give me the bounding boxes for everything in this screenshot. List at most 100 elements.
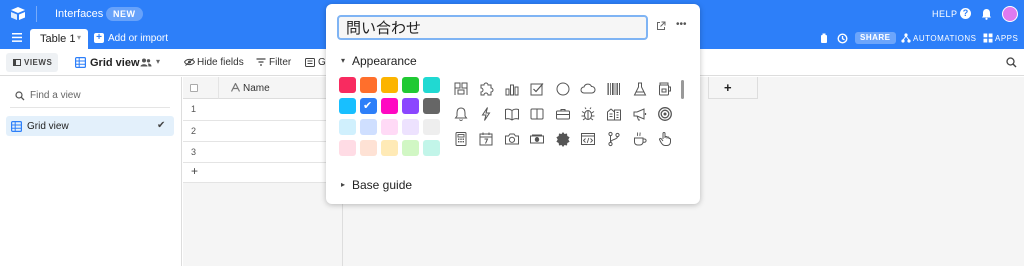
automations-icon[interactable]: [901, 33, 911, 43]
color-swatch[interactable]: [381, 119, 398, 135]
cloud-icon[interactable]: [580, 81, 596, 97]
search-icon: [15, 91, 25, 101]
plus-icon[interactable]: +: [191, 164, 198, 178]
avatar[interactable]: [1002, 6, 1018, 22]
book-icon[interactable]: [529, 106, 545, 122]
search-icon[interactable]: [1006, 57, 1017, 68]
help-icon[interactable]: ?: [960, 8, 971, 19]
tab-table-1-label[interactable]: Table 1: [40, 33, 75, 45]
megaphone-icon[interactable]: [632, 106, 648, 122]
plus-icon[interactable]: +: [724, 80, 732, 95]
kanji-icon[interactable]: [453, 81, 469, 97]
color-swatch[interactable]: [381, 140, 398, 156]
open-external-icon[interactable]: [656, 21, 666, 31]
share-button[interactable]: SHARE: [855, 32, 896, 44]
filter-button[interactable]: Filter: [269, 57, 291, 68]
color-swatch[interactable]: [339, 98, 356, 114]
group-button[interactable]: Gr: [318, 57, 326, 68]
puzzle-icon[interactable]: [478, 81, 494, 97]
field-header-label: Name: [243, 83, 270, 94]
extension-icon[interactable]: [820, 33, 828, 44]
target-icon[interactable]: [657, 106, 673, 122]
bell-icon[interactable]: [981, 8, 992, 20]
help-link[interactable]: HELP: [932, 9, 958, 19]
divider: [10, 107, 170, 108]
color-swatch[interactable]: [360, 77, 377, 93]
git-branch-icon[interactable]: [606, 131, 622, 147]
hand-pointer-icon[interactable]: [657, 131, 673, 147]
flask-icon[interactable]: [632, 81, 648, 97]
buildings-icon[interactable]: [606, 106, 622, 122]
book-open-icon[interactable]: [504, 106, 520, 122]
color-swatch[interactable]: [339, 77, 356, 93]
base-customize-popover: ••• ▾ Appearance ✔ ▸ Base g: [326, 4, 700, 204]
money-icon[interactable]: [529, 131, 545, 147]
lightning-icon[interactable]: [478, 106, 494, 122]
color-swatch[interactable]: [402, 119, 419, 135]
icon-list-scrollbar[interactable]: [681, 80, 684, 99]
hamburger-menu-icon[interactable]: [12, 33, 22, 42]
base-guide-section-toggle[interactable]: Base guide: [352, 178, 412, 192]
barcode-icon[interactable]: [606, 81, 622, 97]
add-field-button[interactable]: [708, 77, 758, 99]
add-or-import-button[interactable]: Add or import: [108, 33, 168, 44]
base-name-input[interactable]: [337, 15, 648, 40]
interfaces-link[interactable]: Interfaces: [55, 8, 103, 20]
add-row-button[interactable]: [183, 163, 343, 183]
color-swatch[interactable]: [402, 140, 419, 156]
table-row[interactable]: 1: [183, 99, 343, 121]
plus-icon[interactable]: +: [94, 33, 104, 43]
bell-icon[interactable]: [453, 106, 469, 122]
jar-icon[interactable]: [657, 81, 673, 97]
color-swatch[interactable]: [423, 98, 440, 114]
color-swatch[interactable]: [360, 119, 377, 135]
text-field-icon: [231, 83, 240, 92]
find-view-input[interactable]: Find a view: [30, 90, 81, 101]
views-sidebar: Find a view Grid view ✔: [0, 77, 182, 266]
coffee-icon[interactable]: [632, 131, 648, 147]
apps-button[interactable]: APPS: [995, 34, 1018, 43]
history-icon[interactable]: [837, 33, 848, 44]
view-menu-chevron-icon[interactable]: ▾: [156, 57, 160, 66]
chevron-down-icon[interactable]: ▾: [77, 33, 81, 42]
divider: [36, 6, 37, 22]
table-row[interactable]: 3: [183, 142, 343, 163]
select-all-checkbox[interactable]: [190, 84, 198, 92]
calendar-icon[interactable]: [478, 131, 494, 147]
chevron-down-icon[interactable]: ▾: [341, 56, 345, 65]
calculator-icon[interactable]: [453, 131, 469, 147]
airtable-logo-icon[interactable]: [10, 6, 26, 21]
color-swatch[interactable]: [381, 77, 398, 93]
circle-icon[interactable]: [555, 81, 571, 97]
row-number: 3: [191, 147, 197, 157]
color-swatch[interactable]: [339, 140, 356, 156]
checkbox-icon[interactable]: [529, 81, 545, 97]
table-row[interactable]: 2: [183, 121, 343, 142]
sidebar-item-label[interactable]: Grid view: [27, 121, 69, 132]
color-swatch[interactable]: [360, 140, 377, 156]
chevron-right-icon[interactable]: ▸: [341, 180, 345, 189]
badge-icon[interactable]: [555, 131, 571, 147]
hide-fields-button[interactable]: Hide fields: [197, 57, 244, 68]
filter-icon: [256, 58, 266, 66]
color-swatch[interactable]: ✔: [360, 98, 377, 114]
code-icon[interactable]: [580, 131, 596, 147]
automations-button[interactable]: AUTOMATIONS: [913, 34, 976, 43]
current-view-name[interactable]: Grid view: [90, 57, 140, 69]
row-number: 1: [191, 104, 197, 114]
color-swatch[interactable]: [423, 119, 440, 135]
color-swatch[interactable]: [402, 98, 419, 114]
views-toggle-label[interactable]: VIEWS: [24, 58, 52, 67]
briefcase-icon[interactable]: [555, 106, 571, 122]
color-swatch[interactable]: [423, 140, 440, 156]
color-swatch[interactable]: [402, 77, 419, 93]
color-swatch[interactable]: [423, 77, 440, 93]
more-options-icon[interactable]: •••: [676, 19, 687, 30]
camera-icon[interactable]: [504, 131, 520, 147]
color-swatch[interactable]: [381, 98, 398, 114]
apps-icon[interactable]: [983, 33, 993, 43]
color-swatch[interactable]: [339, 119, 356, 135]
bug-icon[interactable]: [580, 106, 596, 122]
appearance-section-toggle[interactable]: Appearance: [352, 54, 417, 68]
bar-chart-icon[interactable]: [504, 81, 520, 97]
